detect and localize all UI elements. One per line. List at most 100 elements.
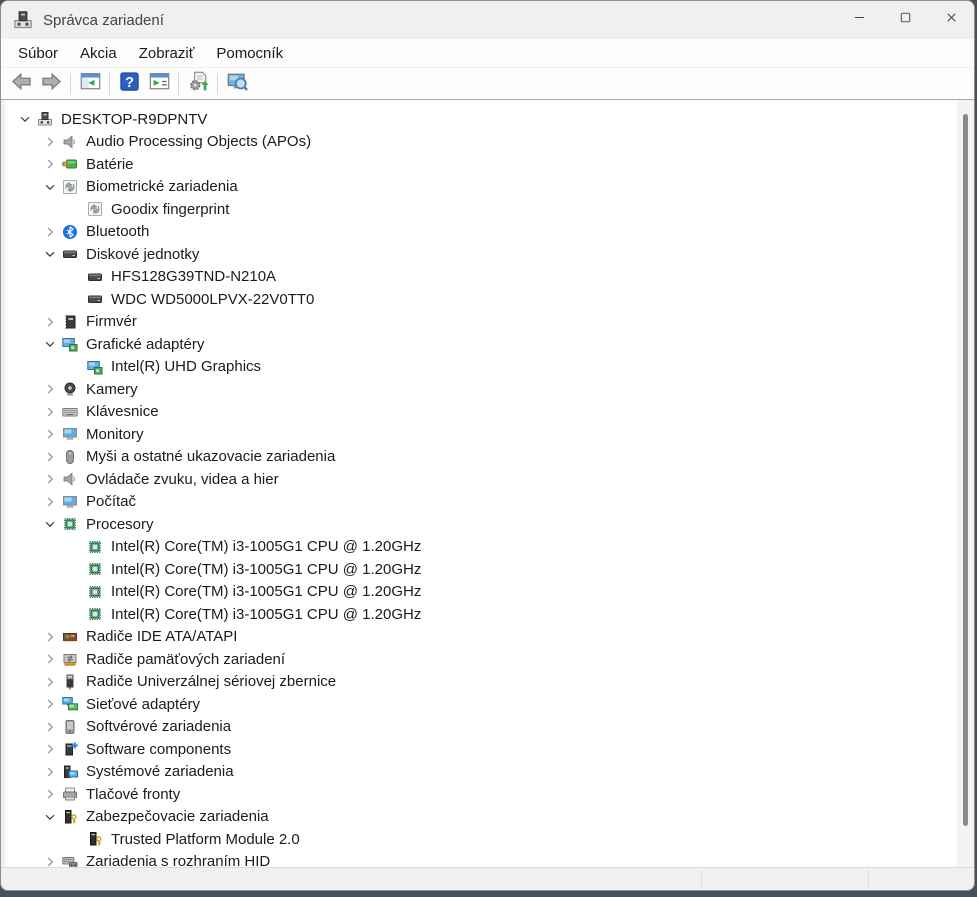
menu-help[interactable]: Pomocník [205,42,294,65]
tree-item-label: Sieťové adaptéry [86,696,200,713]
tree-item[interactable]: Goodix fingerprint [5,198,957,221]
tree-item[interactable]: Kamery [5,378,957,401]
chevron-collapsed-icon[interactable] [38,696,61,712]
properties-button[interactable] [144,71,174,97]
tree-item-label: Systémové zariadenia [86,763,234,780]
tree-item[interactable]: Intel(R) UHD Graphics [5,356,957,379]
tree-item[interactable]: Biometrické zariadenia [5,176,957,199]
chevron-collapsed-icon[interactable] [38,224,61,240]
chevron-expanded-icon[interactable] [38,246,61,262]
tree-item-label: Procesory [86,516,154,533]
tree-item[interactable]: Klávesnice [5,401,957,424]
firmware-icon [61,314,79,330]
menu-view[interactable]: Zobraziť [128,42,206,65]
status-bar [1,867,974,890]
disk-icon [86,291,104,307]
menu-action[interactable]: Akcia [69,42,128,65]
chevron-collapsed-icon[interactable] [38,426,61,442]
chevron-collapsed-icon[interactable] [38,314,61,330]
security-device-icon [86,831,104,847]
forward-arrow-icon [41,71,62,97]
tree-item[interactable]: Softvérové zariadenia [5,716,957,739]
chevron-expanded-icon[interactable] [38,809,61,825]
chevron-collapsed-icon[interactable] [38,741,61,757]
chevron-collapsed-icon[interactable] [38,494,61,510]
chevron-collapsed-icon[interactable] [38,404,61,420]
scrollbar-thumb[interactable] [963,114,968,826]
chevron-spacer [63,269,86,285]
tree-item-label: Audio Processing Objects (APOs) [86,133,311,150]
tree-item[interactable]: DESKTOP-R9DPNTV [5,108,957,131]
tree-item[interactable]: Trusted Platform Module 2.0 [5,828,957,851]
tree-item[interactable]: WDC WD5000LPVX-22V0TT0 [5,288,957,311]
tree-item-label: Intel(R) Core(TM) i3-1005G1 CPU @ 1.20GH… [111,561,421,578]
close-button[interactable] [928,1,974,39]
help-button[interactable]: ? [114,71,144,97]
tree-item[interactable]: Intel(R) Core(TM) i3-1005G1 CPU @ 1.20GH… [5,536,957,559]
update-driver-button[interactable] [183,71,213,97]
chevron-collapsed-icon[interactable] [38,134,61,150]
tree-item[interactable]: Monitory [5,423,957,446]
chevron-collapsed-icon[interactable] [38,381,61,397]
disk-icon [86,269,104,285]
chevron-collapsed-icon[interactable] [38,471,61,487]
chevron-expanded-icon[interactable] [13,111,36,127]
fingerprint-icon [86,201,104,217]
chevron-collapsed-icon[interactable] [38,449,61,465]
chevron-collapsed-icon[interactable] [38,786,61,802]
tree-item[interactable]: Sieťové adaptéry [5,693,957,716]
chevron-collapsed-icon[interactable] [38,629,61,645]
cpu-icon [61,516,79,532]
tree-item[interactable]: Audio Processing Objects (APOs) [5,131,957,154]
tree-item[interactable]: Firmvér [5,311,957,334]
tree-item[interactable]: Grafické adaptéry [5,333,957,356]
tree-item[interactable]: Radiče Univerzálnej sériovej zbernice [5,671,957,694]
tree-item[interactable]: Zariadenia s rozhraním HID [5,851,957,868]
display-adapter-icon [86,359,104,375]
chevron-expanded-icon[interactable] [38,336,61,352]
minimize-button[interactable] [836,1,882,39]
tree-item[interactable]: Procesory [5,513,957,536]
chevron-spacer [63,359,86,375]
chevron-collapsed-icon[interactable] [38,674,61,690]
tree-item[interactable]: Radiče pamäťových zariadení [5,648,957,671]
chevron-collapsed-icon[interactable] [38,156,61,172]
toolbar-separator [178,73,179,95]
vertical-scrollbar[interactable] [957,100,974,867]
tree-item[interactable]: Intel(R) Core(TM) i3-1005G1 CPU @ 1.20GH… [5,581,957,604]
chevron-collapsed-icon[interactable] [38,854,61,867]
chevron-expanded-icon[interactable] [38,179,61,195]
tree-item[interactable]: Batérie [5,153,957,176]
tree-item[interactable]: Intel(R) Core(TM) i3-1005G1 CPU @ 1.20GH… [5,603,957,626]
tree-item[interactable]: HFS128G39TND-N210A [5,266,957,289]
tree-item[interactable]: Intel(R) Core(TM) i3-1005G1 CPU @ 1.20GH… [5,558,957,581]
tree-item[interactable]: Myši a ostatné ukazovacie zariadenia [5,446,957,469]
tree-item[interactable]: Počítač [5,491,957,514]
chevron-collapsed-icon[interactable] [38,764,61,780]
tree-item-label: Počítač [86,493,136,510]
forward-button[interactable] [36,71,66,97]
tree-item[interactable]: Ovládače zvuku, videa a hier [5,468,957,491]
tree-item[interactable]: Systémové zariadenia [5,761,957,784]
window-title: Správca zariadení [43,12,164,29]
tree-item[interactable]: Tlačové fronty [5,783,957,806]
console-tree-button[interactable] [75,71,105,97]
back-button[interactable] [6,71,36,97]
mouse-icon [61,449,79,465]
tree-item[interactable]: Software components [5,738,957,761]
chevron-expanded-icon[interactable] [38,516,61,532]
storage-controller-icon [61,651,79,667]
chevron-collapsed-icon[interactable] [38,651,61,667]
tree-item[interactable]: Diskové jednotky [5,243,957,266]
menu-file[interactable]: Súbor [7,42,69,65]
tree-item[interactable]: Radiče IDE ATA/ATAPI [5,626,957,649]
maximize-button[interactable] [882,1,928,39]
menu-bar: Súbor Akcia Zobraziť Pomocník [1,39,974,67]
tree-item[interactable]: Bluetooth [5,221,957,244]
scan-hardware-changes-button[interactable] [222,71,252,97]
monitor-icon [61,426,79,442]
tree-item[interactable]: Zabezpečovacie zariadenia [5,806,957,829]
computer-icon [36,111,54,127]
chevron-collapsed-icon[interactable] [38,719,61,735]
tree-item-label: Intel(R) Core(TM) i3-1005G1 CPU @ 1.20GH… [111,538,421,555]
